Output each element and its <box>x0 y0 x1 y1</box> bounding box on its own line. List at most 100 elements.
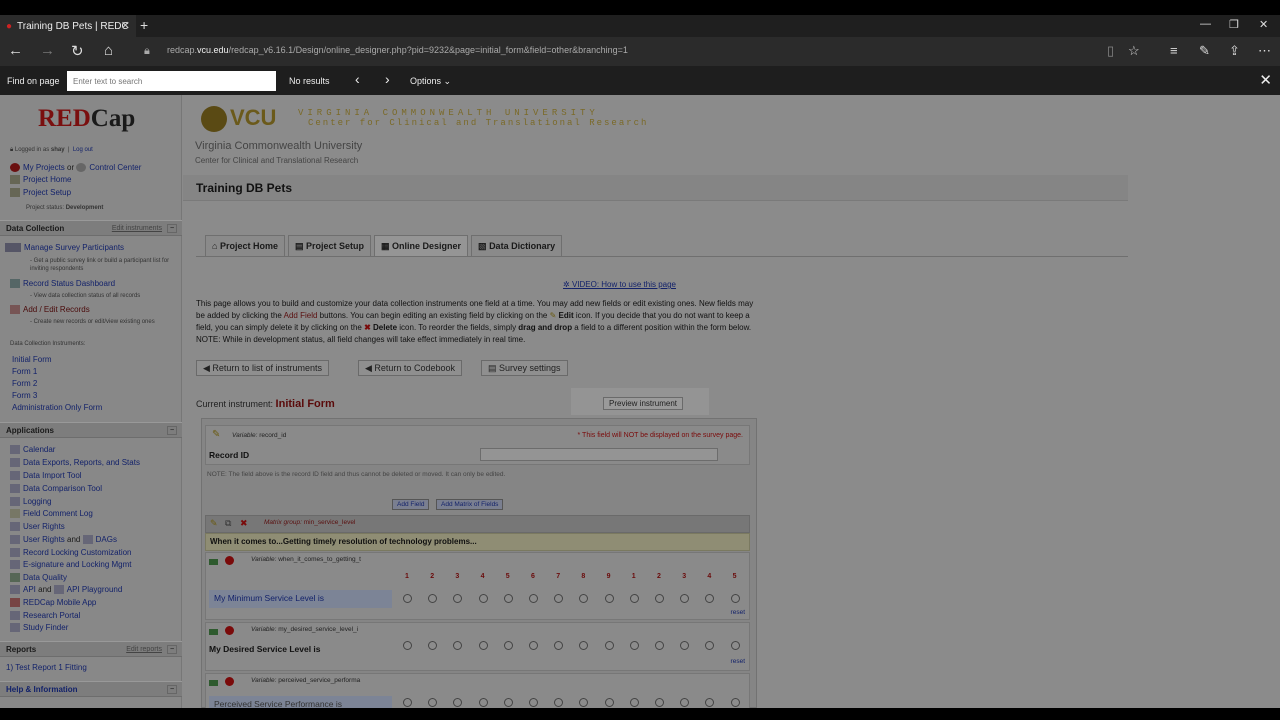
favorite-star-icon[interactable]: ☆ <box>1128 43 1140 59</box>
control-center-link[interactable]: Control Center <box>89 163 141 172</box>
matrix-row-field[interactable]: Variable: when_it_comes_to_getting_t 1 2 3… <box>205 552 750 620</box>
url-field[interactable]: redcap.vcu.edu/redcap_v6.16.1/Design/onl… <box>167 45 628 55</box>
delete-circle-icon[interactable] <box>225 676 234 687</box>
instrument-link[interactable]: Form 2 <box>12 379 37 388</box>
hub-icon[interactable]: ≡ <box>1170 43 1178 58</box>
radio-option[interactable] <box>730 641 740 650</box>
my-projects-link[interactable]: My Projects <box>23 163 65 172</box>
app-link[interactable]: Data Quality <box>10 573 67 583</box>
home-icon[interactable]: ⌂ <box>104 42 113 59</box>
instrument-link[interactable]: Administration Only Form <box>12 403 102 412</box>
radio-option[interactable] <box>629 641 639 650</box>
matrix-row-field[interactable]: Variable: my_desired_service_level_i My … <box>205 622 750 671</box>
find-previous-icon[interactable]: ‹ <box>355 71 360 87</box>
matrix-header-bar[interactable]: ✎ ⧉ ✖ Matrix group: min_service_level <box>205 515 750 533</box>
api-playground-link[interactable]: API Playground <box>67 585 123 594</box>
radio-option[interactable] <box>403 641 412 650</box>
radio-option[interactable] <box>503 594 513 603</box>
app-link[interactable]: Study Finder <box>10 623 68 633</box>
radio-option[interactable] <box>478 594 488 603</box>
new-tab-icon[interactable]: + <box>140 17 148 33</box>
radio-option[interactable] <box>554 594 564 603</box>
delete-x-icon[interactable]: ✖ <box>240 518 248 529</box>
logout-link[interactable]: Log out <box>73 147 93 153</box>
radio-option[interactable] <box>453 594 463 603</box>
radio-option[interactable] <box>730 594 740 603</box>
radio-option[interactable] <box>730 698 740 707</box>
radio-option[interactable] <box>453 641 463 650</box>
help-header[interactable]: Help & Information − <box>0 681 182 697</box>
app-link[interactable]: Research Portal <box>10 611 80 621</box>
app-link[interactable]: Data Import Tool <box>10 471 82 481</box>
app-link[interactable]: REDCap Mobile App <box>10 598 96 608</box>
radio-option[interactable] <box>554 641 564 650</box>
radio-option[interactable] <box>579 641 589 650</box>
record-status-link[interactable]: Record Status Dashboard <box>10 279 115 289</box>
app-link[interactable]: Calendar <box>10 445 55 455</box>
radio-option[interactable] <box>680 698 690 707</box>
instrument-link[interactable]: Initial Form <box>12 355 52 364</box>
delete-circle-icon[interactable] <box>225 625 234 636</box>
radio-option[interactable] <box>604 594 614 603</box>
radio-option[interactable] <box>428 594 438 603</box>
pencil-icon[interactable]: ✎ <box>210 518 218 529</box>
return-to-list-button[interactable]: ◀ Return to list of instruments <box>196 360 329 376</box>
radio-option[interactable] <box>428 641 438 650</box>
instrument-link[interactable]: Form 1 <box>12 367 37 376</box>
survey-settings-button[interactable]: ▤ Survey settings <box>481 360 568 376</box>
preview-instrument-button[interactable]: Preview instrument <box>603 397 684 410</box>
find-close-icon[interactable]: ✕ <box>1259 71 1272 89</box>
app-link[interactable]: Field Comment Log <box>10 509 93 519</box>
delete-circle-icon[interactable] <box>225 555 234 566</box>
radio-option[interactable] <box>403 594 412 603</box>
share-icon[interactable]: ⇪ <box>1229 43 1240 59</box>
manage-survey-link[interactable]: Manage Survey Participants <box>5 243 124 253</box>
add-edit-records-link[interactable]: Add / Edit Records <box>10 305 90 315</box>
user-rights-link[interactable]: User Rights <box>23 535 65 544</box>
tab-online-designer[interactable]: ▦ Online Designer <box>374 235 469 257</box>
web-note-icon[interactable]: ✎ <box>1199 43 1210 59</box>
report-link[interactable]: 1) Test Report 1 Fitting <box>6 663 87 672</box>
browser-tab[interactable]: ● Training DB Pets | REDC ✕ <box>0 15 136 37</box>
radio-option[interactable] <box>655 698 664 707</box>
radio-option[interactable] <box>705 594 715 603</box>
collapse-icon[interactable]: − <box>167 645 177 654</box>
app-link[interactable]: Logging <box>10 497 51 507</box>
video-link[interactable]: ✲ VIDEO: How to use this page <box>563 280 676 289</box>
radio-option[interactable] <box>478 698 488 707</box>
branching-icon[interactable] <box>209 556 218 566</box>
back-icon[interactable]: ← <box>8 42 23 59</box>
close-tab-icon[interactable]: ✕ <box>121 19 130 32</box>
radio-option[interactable] <box>705 641 715 650</box>
radio-option[interactable] <box>428 698 438 707</box>
find-next-icon[interactable]: › <box>385 71 390 87</box>
radio-option[interactable] <box>629 594 639 603</box>
collapse-icon[interactable]: − <box>167 685 177 694</box>
pencil-icon[interactable]: ✎ <box>212 429 220 440</box>
more-icon[interactable]: ⋯ <box>1258 43 1271 59</box>
project-setup-link[interactable]: Project Setup <box>10 188 71 198</box>
radio-option[interactable] <box>478 641 488 650</box>
edit-reports-link[interactable]: Edit reports <box>126 642 162 657</box>
app-link[interactable]: User Rights <box>10 522 65 532</box>
tab-data-dictionary[interactable]: ▧ Data Dictionary <box>471 235 563 257</box>
collapse-icon[interactable]: − <box>167 224 177 233</box>
reset-link[interactable]: reset <box>731 609 745 616</box>
radio-option[interactable] <box>503 698 513 707</box>
restore-icon[interactable]: ❐ <box>1229 18 1239 31</box>
window-close-icon[interactable]: ✕ <box>1259 18 1268 31</box>
radio-option[interactable] <box>680 594 690 603</box>
edit-instruments-link[interactable]: Edit instruments <box>112 221 162 236</box>
radio-option[interactable] <box>403 698 412 707</box>
project-home-link[interactable]: Project Home <box>10 175 71 185</box>
radio-option[interactable] <box>529 594 538 603</box>
tab-project-setup[interactable]: ▤ Project Setup <box>287 235 371 257</box>
radio-option[interactable] <box>604 698 614 707</box>
reading-view-icon[interactable]: ▯ <box>1107 43 1114 59</box>
app-link[interactable]: Record Locking Customization <box>10 548 132 558</box>
add-field-button[interactable]: Add Field <box>392 499 430 510</box>
copy-icon[interactable]: ⧉ <box>225 518 231 529</box>
api-link[interactable]: API <box>23 585 36 594</box>
dags-link[interactable]: DAGs <box>96 535 117 544</box>
radio-option[interactable] <box>529 641 538 650</box>
